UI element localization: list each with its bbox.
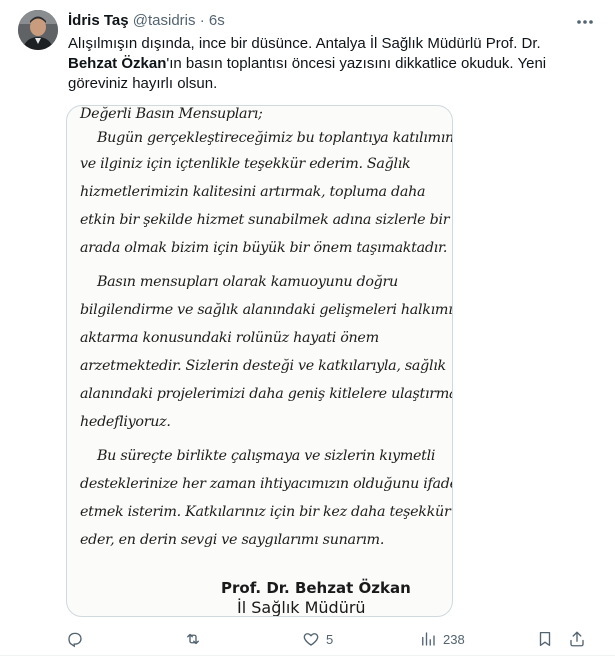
- like-button[interactable]: 5: [302, 628, 333, 650]
- more-options-icon[interactable]: [575, 13, 595, 31]
- letter-line: Bugün gerçekleştireceğimiz bu toplantıya…: [80, 130, 453, 146]
- retweet-button[interactable]: [184, 628, 208, 650]
- letter-line: alanındaki projelerimizi daha geniş kitl…: [80, 386, 453, 402]
- tweet-text-part1: Alışılmışın dışında, ince bir düsünce. A…: [68, 35, 541, 52]
- avatar-photo: [18, 10, 58, 50]
- share-button[interactable]: [568, 628, 586, 650]
- letter-line: eder, en derin sevgi ve saygılarımı suna…: [80, 532, 385, 548]
- author-handle[interactable]: @tasidris: [133, 12, 196, 29]
- letter-line: aktarma konusundaki rolünüz hayati önem: [80, 330, 379, 346]
- signature-name: Prof. Dr. Behzat Özkan: [221, 579, 411, 597]
- tweet-actions: 5 238: [66, 628, 586, 650]
- letter-line: ve ilginiz için içtenlikle teşekkür eder…: [80, 156, 411, 172]
- scanned-letter: Değerli Basın Mensupları; Bugün gerçekle…: [67, 106, 452, 616]
- tweet-text-bold-name: Behzat Özkan: [68, 55, 167, 72]
- reply-icon: [68, 632, 82, 648]
- letter-line: desteklerinize her zaman ihtiyacımızın o…: [80, 476, 453, 492]
- letter-line: Basın mensupları olarak kamuoyunu doğru: [80, 274, 398, 290]
- tweet-text: Alışılmışın dışında, ince bir düsünce. A…: [68, 34, 588, 94]
- like-count: 5: [326, 631, 334, 647]
- bookmark-icon: [539, 631, 551, 647]
- letter-line: arzetmektedir. Sizlerin desteği ve katkı…: [80, 358, 446, 374]
- views-count: 238: [443, 631, 465, 647]
- letter-line: Değerli Basın Mensupları;: [80, 106, 263, 122]
- tweet-time[interactable]: 6s: [209, 12, 225, 29]
- tweet-header: İdris Taş @tasidris · 6s: [68, 11, 225, 31]
- tweet[interactable]: İdris Taş @tasidris · 6s Alışılmışın dış…: [0, 0, 615, 656]
- heart-icon: [303, 633, 319, 646]
- avatar[interactable]: [18, 10, 58, 50]
- tweet-image[interactable]: Değerli Basın Mensupları; Bugün gerçekle…: [66, 105, 453, 617]
- separator-dot: ·: [199, 12, 205, 29]
- letter-line: hedefliyoruz.: [80, 414, 171, 430]
- letter-line: etkin bir şekilde hizmet sunabilmek adın…: [80, 212, 450, 228]
- views-button[interactable]: 238: [419, 628, 465, 650]
- letter-line: bilgilendirme ve sağlık alanındaki geliş…: [80, 302, 453, 318]
- retweet-icon: [187, 633, 199, 645]
- letter-line: hizmetlerimizin kalitesini artırmak, top…: [80, 184, 426, 200]
- reply-button[interactable]: [66, 628, 90, 650]
- signature-title: İl Sağlık Müdürü: [237, 598, 366, 617]
- views-bar-chart-icon: [422, 632, 435, 646]
- author-name[interactable]: İdris Taş: [68, 12, 129, 29]
- share-icon: [570, 631, 584, 647]
- letter-line: arada olmak bizim için büyük bir önem ta…: [80, 240, 448, 256]
- letter-line: Bu süreçte birlikte çalışmaya ve sizleri…: [80, 448, 436, 464]
- letter-line: etmek isterim. Katkılarınız için bir kez…: [80, 504, 451, 520]
- bookmark-button[interactable]: [536, 628, 554, 650]
